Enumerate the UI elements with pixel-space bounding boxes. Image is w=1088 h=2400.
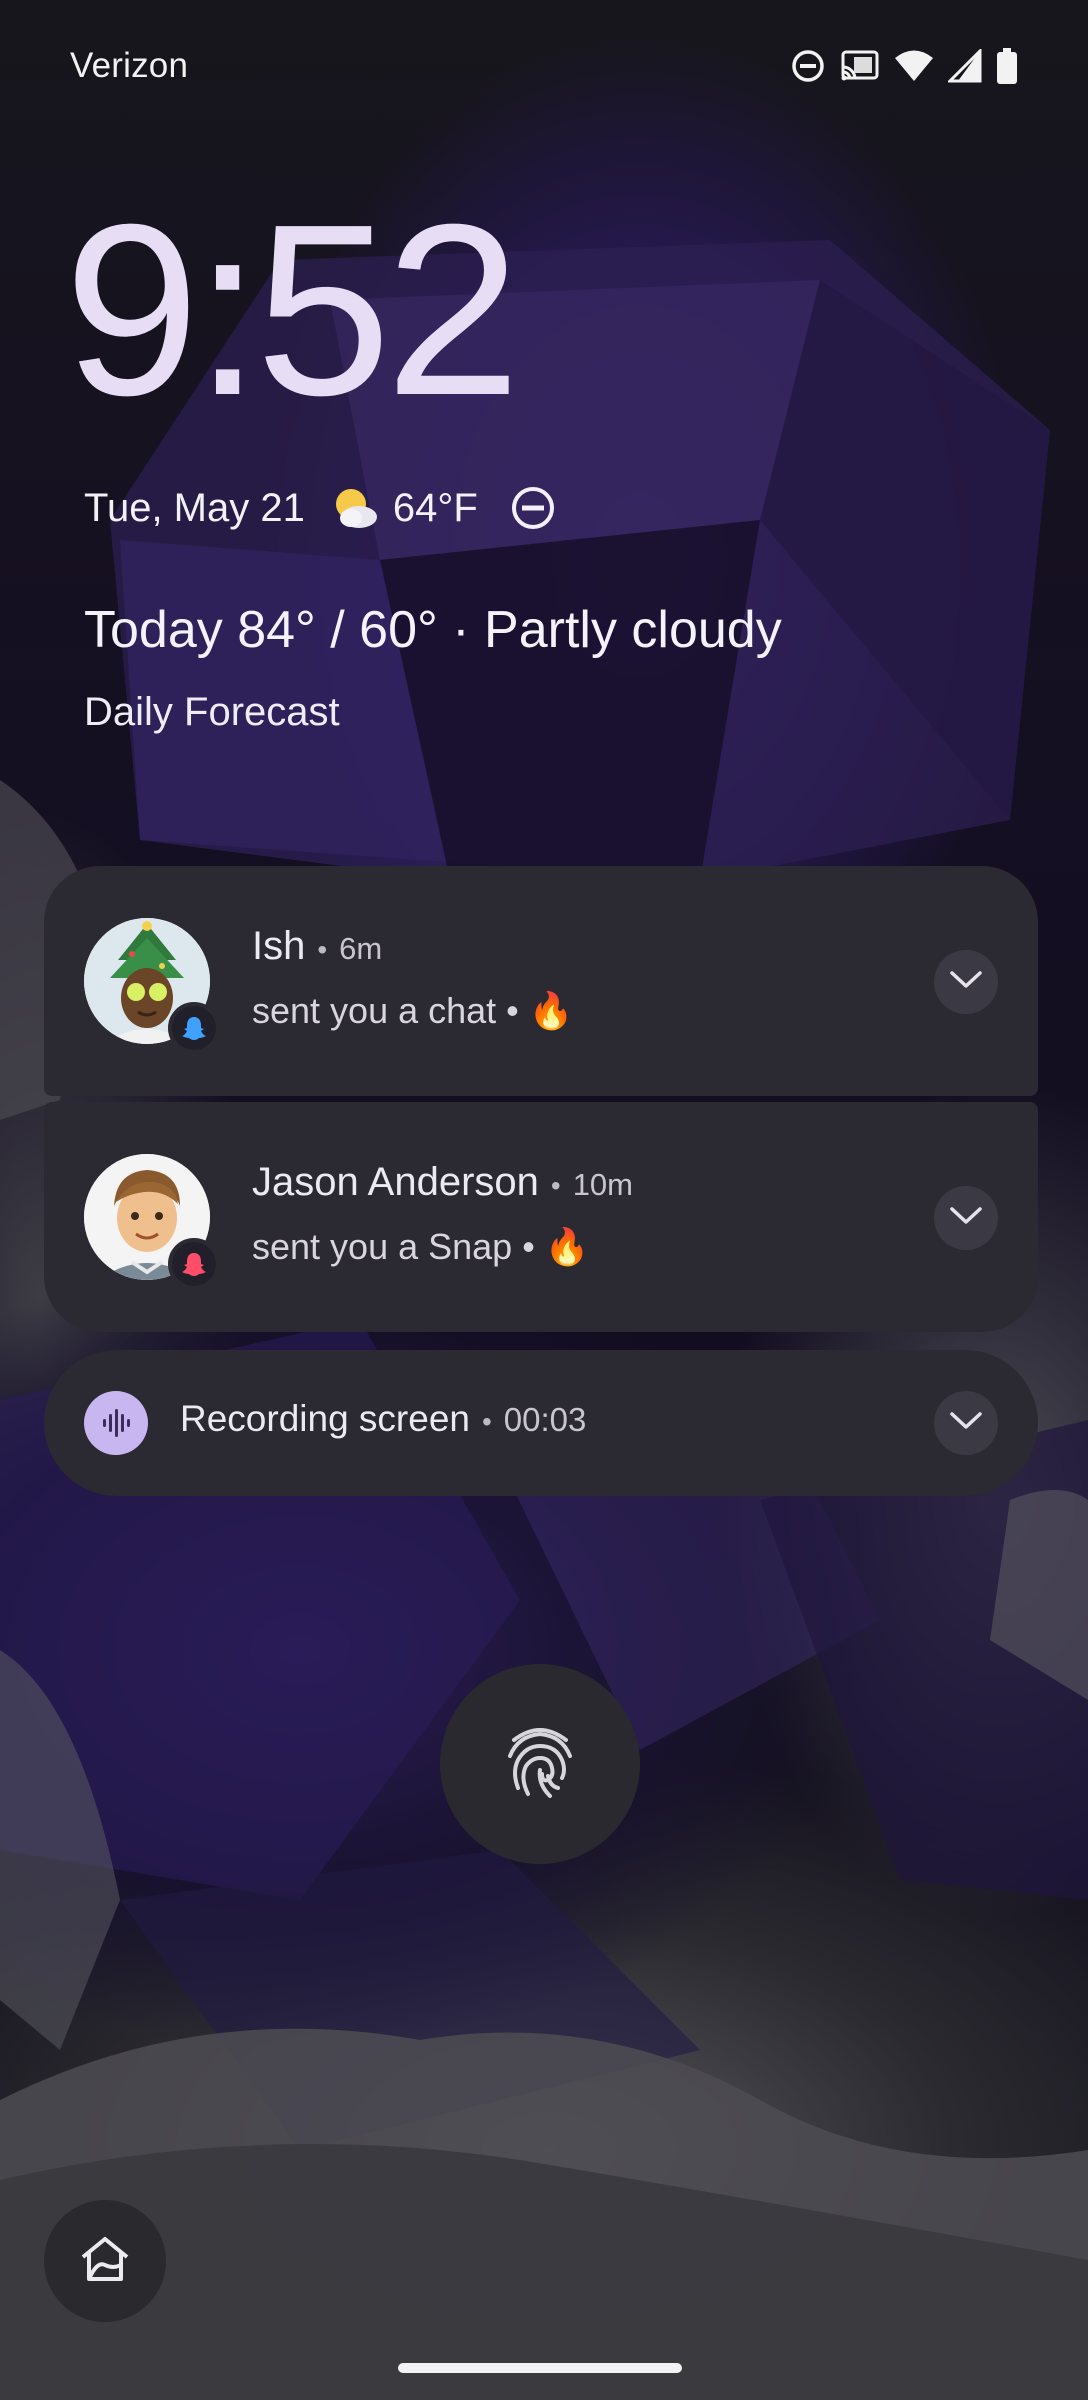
status-bar: Verizon [0, 0, 1088, 130]
snapchat-icon [168, 1238, 220, 1290]
notification-sender: Jason Anderson [252, 1160, 539, 1204]
wifi-icon [894, 49, 934, 83]
expand-button[interactable] [934, 1391, 998, 1455]
fire-emoji: 🔥 [528, 990, 574, 1031]
notification-message: sent you a Snap • 🔥 [252, 1226, 590, 1268]
status-icons [790, 48, 1018, 84]
notification-card[interactable]: Ish • 6m sent you a chat • 🔥 [44, 866, 1038, 1096]
battery-icon [996, 48, 1018, 84]
partly-cloudy-icon [331, 484, 379, 532]
temperature-label: 64°F [392, 485, 478, 530]
date-weather-row[interactable]: Tue, May 21 64°F [84, 480, 556, 536]
notification-text: sent you a chat • [252, 990, 519, 1031]
expand-button[interactable] [934, 1186, 998, 1250]
recording-title: Recording screen [180, 1398, 470, 1439]
expand-button[interactable] [934, 950, 998, 1014]
fire-emoji: 🔥 [544, 1226, 590, 1267]
notification-time: 6m [339, 931, 383, 966]
audio-wave-icon [84, 1391, 148, 1455]
dnd-icon [790, 48, 826, 84]
carrier-label: Verizon [70, 46, 189, 85]
separator-dot: • [481, 1406, 492, 1437]
gesture-nav-handle[interactable] [398, 2363, 682, 2373]
lockscreen-clock: 9:52 [64, 173, 521, 446]
forecast-summary[interactable]: Today 84° / 60° · Partly cloudy [84, 600, 782, 660]
chevron-down-icon [949, 970, 983, 995]
notification-header: Jason Anderson • 10m [252, 1160, 633, 1205]
fingerprint-icon [504, 1722, 576, 1807]
notification-time: 10m [572, 1167, 633, 1202]
home-controls-button[interactable] [44, 2200, 166, 2322]
fingerprint-unlock-button[interactable] [440, 1664, 640, 1864]
home-icon [79, 2235, 131, 2288]
chevron-down-icon [949, 1206, 983, 1231]
separator-dot: • [317, 934, 328, 965]
date-label: Tue, May 21 [84, 485, 305, 530]
recording-elapsed: 00:03 [503, 1401, 587, 1438]
notification-message: sent you a chat • 🔥 [252, 990, 574, 1032]
screen-recording-notification[interactable]: Recording screen • 00:03 [44, 1350, 1038, 1496]
snapchat-icon [168, 1002, 220, 1054]
cast-icon [840, 49, 880, 83]
separator-dot: • [550, 1170, 561, 1201]
cell-signal-icon [948, 49, 982, 83]
notification-header: Ish • 6m [252, 924, 382, 969]
daily-forecast-link[interactable]: Daily Forecast [84, 690, 340, 735]
chevron-down-icon [949, 1411, 983, 1436]
notification-card[interactable]: Jason Anderson • 10m sent you a Snap • 🔥 [44, 1102, 1038, 1332]
recording-header: Recording screen • 00:03 [180, 1398, 586, 1440]
notification-text: sent you a Snap • [252, 1226, 535, 1267]
dnd-icon [510, 485, 556, 531]
notification-sender: Ish [252, 924, 306, 968]
